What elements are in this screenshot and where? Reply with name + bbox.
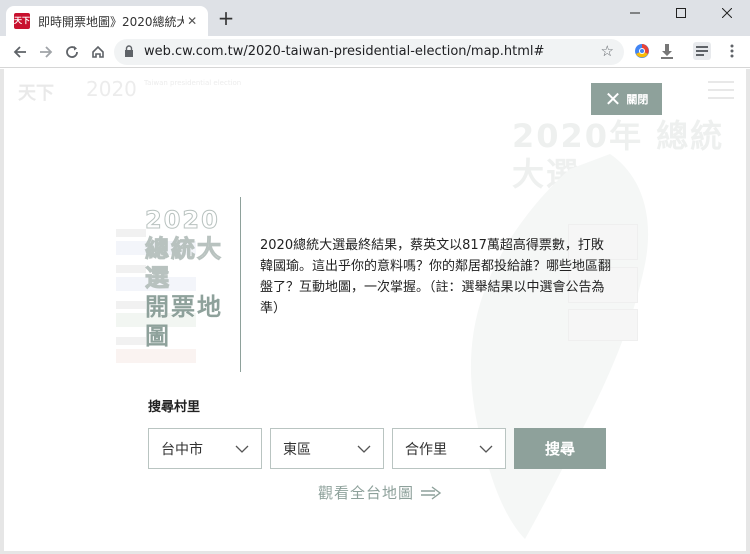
maximize-icon — [676, 8, 686, 18]
title-line: 圖 — [145, 322, 171, 350]
close-button[interactable]: ✕ 關閉 — [591, 83, 662, 115]
browser-menu-icon[interactable] — [722, 41, 742, 61]
chrome-extension-icon[interactable] — [632, 41, 652, 61]
village-select[interactable]: 合作里 — [392, 428, 506, 469]
chevron-down-icon — [357, 445, 371, 453]
search-button[interactable]: 搜尋 — [514, 428, 606, 469]
minimize-icon — [630, 12, 640, 14]
title-line: 2020 — [145, 206, 220, 235]
close-window-icon — [722, 8, 732, 18]
close-label: 關閉 — [626, 93, 649, 106]
title-line: 開票地 — [145, 293, 223, 321]
taiwan-map-shape-icon — [470, 154, 649, 539]
arrow-left-icon — [13, 46, 26, 58]
district-select[interactable]: 東區 — [270, 428, 384, 469]
browser-tab[interactable]: 天下 即時開票地圖》2020總統大選 ✕ — [6, 6, 208, 36]
close-icon: ✕ — [604, 87, 622, 111]
hamburger-menu-icon — [708, 81, 734, 105]
url-text[interactable]: web.cw.com.tw/2020-taiwan-presidential-e… — [144, 44, 544, 59]
home-icon — [92, 45, 104, 58]
city-select-value: 台中市 — [161, 441, 203, 458]
bookmark-star-icon[interactable]: ☆ — [601, 42, 614, 60]
page-title: 2020 總統大 選 開票地 圖 — [145, 206, 237, 351]
lock-icon[interactable] — [124, 45, 134, 57]
arrow-right-icon — [421, 485, 442, 500]
background-logo-small: Taiwan presidential election — [144, 79, 242, 87]
full-map-link-label: 觀看全台地圖 — [318, 484, 415, 502]
tab-strip: 天下 即時開票地圖》2020總統大選 ✕ + — [0, 0, 750, 36]
district-select-value: 東區 — [283, 441, 311, 458]
background-logo: 天下 — [18, 83, 54, 104]
village-select-value: 合作里 — [405, 441, 447, 458]
arrow-right-icon — [40, 46, 53, 58]
background-logo-number: 2020 — [86, 77, 137, 101]
description-text: 2020總統大選最終結果，蔡英文以817萬超高得票數，打敗韓國瑜。這出乎你的意料… — [260, 238, 612, 316]
close-window-button[interactable] — [704, 0, 750, 26]
maximize-button[interactable] — [658, 0, 704, 26]
profile-avatar-icon[interactable] — [692, 41, 712, 61]
tab-close-icon[interactable]: ✕ — [184, 14, 200, 28]
title-line: 總統大 — [145, 235, 223, 264]
title-divider — [240, 197, 241, 372]
forward-button[interactable] — [34, 40, 58, 64]
tab-title: 即時開票地圖》2020總統大選 — [38, 14, 185, 29]
page-viewport: 天下 2020 Taiwan presidential election 202… — [0, 69, 750, 554]
title-line: 選 — [145, 264, 171, 293]
search-label: 搜尋村里 — [148, 400, 201, 415]
reload-icon — [66, 46, 78, 58]
minimize-button[interactable] — [612, 0, 658, 26]
download-icon[interactable] — [657, 41, 677, 61]
browser-toolbar: web.cw.com.tw/2020-taiwan-presidential-e… — [0, 36, 750, 68]
site-favicon-icon: 天下 — [14, 13, 30, 29]
home-button[interactable] — [86, 40, 110, 64]
full-map-link[interactable]: 觀看全台地圖 — [318, 482, 442, 503]
chevron-down-icon — [479, 445, 493, 453]
new-tab-button[interactable]: + — [216, 8, 236, 28]
back-button[interactable] — [8, 40, 32, 64]
reload-button[interactable] — [60, 40, 84, 64]
chevron-down-icon — [235, 445, 249, 453]
city-select[interactable]: 台中市 — [148, 428, 262, 469]
address-bar[interactable]: web.cw.com.tw/2020-taiwan-presidential-e… — [114, 39, 624, 65]
